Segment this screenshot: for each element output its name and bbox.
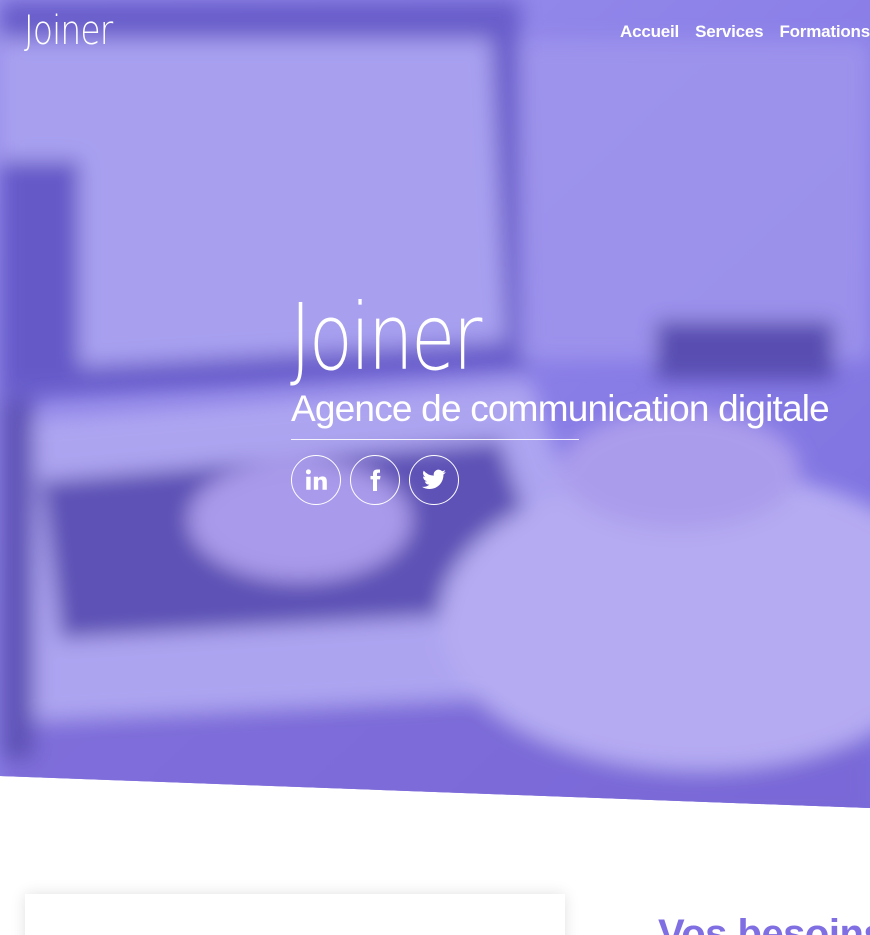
twitter-button[interactable] — [409, 455, 459, 505]
social-links — [291, 455, 459, 505]
hero-section: Joiner Accueil Services Formations Joine… — [0, 0, 870, 808]
facebook-button[interactable] — [350, 455, 400, 505]
facebook-icon — [370, 469, 381, 491]
nav-link-services[interactable]: Services — [695, 22, 764, 42]
linkedin-icon — [305, 469, 327, 490]
nav-link-formations[interactable]: Formations — [779, 22, 870, 42]
main-nav: Accueil Services Formations — [620, 22, 870, 42]
brand-logo[interactable]: Joiner — [24, 8, 113, 54]
hero-title: Joiner — [290, 284, 482, 391]
hero-divider — [291, 439, 579, 440]
section-heading: Vos besoins — [658, 912, 870, 935]
linkedin-button[interactable] — [291, 455, 341, 505]
nav-link-accueil[interactable]: Accueil — [620, 22, 679, 42]
twitter-icon — [422, 469, 446, 489]
hero-subtitle: Agence de communication digitale — [291, 388, 830, 429]
content-card — [25, 894, 565, 935]
